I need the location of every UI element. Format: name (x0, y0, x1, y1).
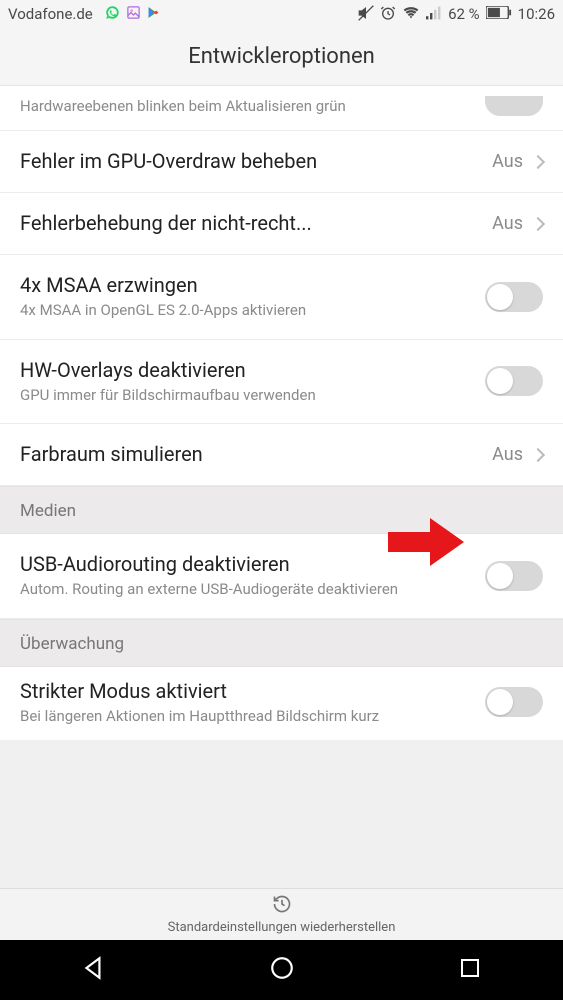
nav-home-button[interactable] (269, 955, 295, 985)
carrier-label: Vodafone.de (8, 5, 93, 23)
battery-percent: 62 % (448, 5, 480, 23)
row-subtitle: Bei längeren Aktionen im Hauptthread Bil… (20, 707, 475, 727)
android-navbar (0, 940, 563, 1000)
toggle-msaa[interactable] (485, 282, 543, 312)
status-bar: Vodafone.de 62 % 10:26 (0, 0, 563, 28)
row-title: HW-Overlays deaktivieren (20, 358, 475, 383)
row-subtitle: Autom. Routing an externe USB-Audiogerät… (20, 580, 475, 600)
alarm-icon (380, 5, 396, 24)
row-value: Aus (492, 444, 523, 465)
restore-defaults-button[interactable]: Standardeinstellungen wiederherstellen (0, 888, 563, 940)
row-title: Strikter Modus aktiviert (20, 679, 475, 704)
wifi-icon (402, 5, 420, 24)
row-value: Aus (492, 151, 523, 172)
row-title: Fehler im GPU-Overdraw beheben (20, 149, 482, 174)
restore-icon (272, 894, 292, 918)
mute-icon (358, 5, 374, 24)
chevron-right-icon (531, 154, 545, 168)
row-title: Fehlerbehebung der nicht-recht... (20, 211, 482, 236)
whatsapp-icon (105, 5, 120, 23)
restore-label: Standardeinstellungen wiederherstellen (168, 920, 396, 935)
row-force-msaa[interactable]: 4x MSAA erzwingen 4x MSAA in OpenGL ES 2… (0, 255, 563, 340)
row-nonrect-clip[interactable]: Fehlerbehebung der nicht-recht... Aus (0, 193, 563, 255)
row-disable-hw-overlays[interactable]: HW-Overlays deaktivieren GPU immer für B… (0, 340, 563, 425)
play-store-icon (147, 5, 160, 23)
screen-title-text: Entwickleroptionen (188, 44, 375, 69)
row-title: Farbraum simulieren (20, 442, 482, 467)
toggle-usb-audio[interactable] (485, 561, 543, 591)
row-subtitle: GPU immer für Bildschirmaufbau verwenden (20, 386, 475, 406)
toggle-strict-mode[interactable] (485, 687, 543, 717)
row-disable-usb-audio[interactable]: USB-Audiorouting deaktivieren Autom. Rou… (0, 534, 563, 619)
row-title: 4x MSAA erzwingen (20, 273, 475, 298)
clock-label: 10:26 (518, 5, 555, 23)
signal-icon (426, 6, 442, 23)
row-subtitle: 4x MSAA in OpenGL ES 2.0-Apps aktivieren (20, 301, 475, 321)
row-gpu-overdraw[interactable]: Fehler im GPU-Overdraw beheben Aus (0, 131, 563, 193)
nav-recent-button[interactable] (458, 956, 482, 984)
row-simulate-color-space[interactable]: Farbraum simulieren Aus (0, 424, 563, 486)
chevron-right-icon (531, 216, 545, 230)
toggle-hw-overlays[interactable] (485, 366, 543, 396)
row-value: Aus (492, 213, 523, 234)
screen-title: Entwickleroptionen (0, 28, 563, 86)
section-header-monitoring: Überwachung (0, 619, 563, 667)
settings-list: Hardwareebenen blinken beim Aktualisiere… (0, 86, 563, 740)
gallery-icon (126, 5, 141, 23)
row-strict-mode[interactable]: Strikter Modus aktiviert Bei längeren Ak… (0, 667, 563, 741)
battery-icon (486, 6, 512, 22)
row-subtitle: Hardwareebenen blinken beim Aktualisiere… (20, 97, 485, 115)
row-title: USB-Audiorouting deaktivieren (20, 552, 475, 577)
row-hw-layers-flash[interactable]: Hardwareebenen blinken beim Aktualisiere… (0, 86, 563, 131)
section-header-media: Medien (0, 486, 563, 534)
toggle-hw-layers[interactable] (485, 96, 543, 116)
nav-back-button[interactable] (81, 955, 107, 985)
chevron-right-icon (531, 447, 545, 461)
